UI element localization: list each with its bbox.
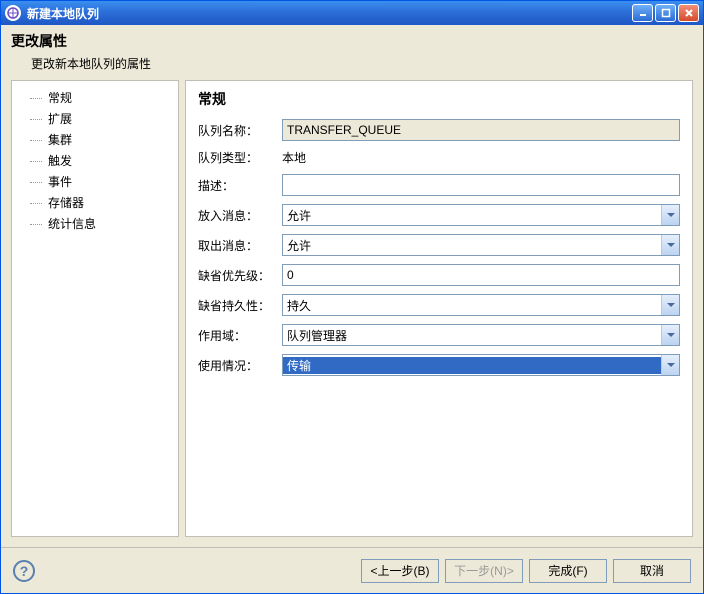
description-field[interactable] — [282, 174, 680, 196]
get-messages-combo[interactable]: 允许 — [282, 234, 680, 256]
label-description: 描述： — [198, 177, 282, 194]
default-persistence-value: 持久 — [283, 297, 661, 314]
sidebar-item[interactable]: 扩展 — [12, 108, 178, 129]
chevron-down-icon — [661, 235, 679, 255]
label-default-priority: 缺省优先级： — [198, 267, 282, 284]
wizard-header: 更改属性 更改新本地队列的属性 — [1, 25, 703, 80]
default-priority-field[interactable] — [282, 264, 680, 286]
window-controls — [632, 4, 699, 22]
page-subtitle: 更改新本地队列的属性 — [31, 55, 693, 72]
label-queue-name: 队列名称： — [198, 122, 282, 139]
usage-value: 传输 — [283, 357, 661, 374]
finish-button[interactable]: 完成(F) — [529, 559, 607, 583]
next-button: 下一步(N)> — [445, 559, 523, 583]
back-button[interactable]: <上一步(B) — [361, 559, 439, 583]
label-default-persistence: 缺省持久性： — [198, 297, 282, 314]
default-persistence-combo[interactable]: 持久 — [282, 294, 680, 316]
chevron-down-icon — [661, 355, 679, 375]
sidebar-item[interactable]: 触发 — [12, 150, 178, 171]
app-icon — [5, 5, 21, 21]
titlebar: 新建本地队列 — [1, 1, 703, 25]
queue-name-field — [282, 119, 680, 141]
chevron-down-icon — [661, 205, 679, 225]
label-usage: 使用情况： — [198, 357, 282, 374]
put-messages-value: 允许 — [283, 207, 661, 224]
chevron-down-icon — [661, 325, 679, 345]
sidebar-item[interactable]: 集群 — [12, 129, 178, 150]
get-messages-value: 允许 — [283, 237, 661, 254]
label-get-messages: 取出消息： — [198, 237, 282, 254]
dialog-window: 新建本地队列 更改属性 更改新本地队列的属性 常规扩展集群触发事件存储器统计信息… — [0, 0, 704, 594]
queue-type-value: 本地 — [282, 151, 306, 165]
close-button[interactable] — [678, 4, 699, 22]
label-scope: 作用域： — [198, 327, 282, 344]
label-queue-type: 队列类型： — [198, 149, 282, 166]
put-messages-combo[interactable]: 允许 — [282, 204, 680, 226]
sidebar-item[interactable]: 存储器 — [12, 192, 178, 213]
window-title: 新建本地队列 — [27, 5, 632, 22]
usage-combo[interactable]: 传输 — [282, 354, 680, 376]
chevron-down-icon — [661, 295, 679, 315]
maximize-button[interactable] — [655, 4, 676, 22]
sidebar-item[interactable]: 事件 — [12, 171, 178, 192]
help-icon[interactable]: ? — [13, 560, 35, 582]
section-title: 常规 — [198, 89, 680, 109]
scope-combo[interactable]: 队列管理器 — [282, 324, 680, 346]
scope-value: 队列管理器 — [283, 327, 661, 344]
page-title: 更改属性 — [11, 31, 693, 51]
sidebar-item[interactable]: 常规 — [12, 87, 178, 108]
label-put-messages: 放入消息： — [198, 207, 282, 224]
category-tree: 常规扩展集群触发事件存储器统计信息 — [11, 80, 179, 537]
wizard-footer: ? <上一步(B) 下一步(N)> 完成(F) 取消 — [1, 547, 703, 593]
sidebar-item[interactable]: 统计信息 — [12, 213, 178, 234]
cancel-button[interactable]: 取消 — [613, 559, 691, 583]
minimize-button[interactable] — [632, 4, 653, 22]
content-pane: 常规 队列名称： 队列类型： 本地 描述： 放入消息： — [185, 80, 693, 537]
